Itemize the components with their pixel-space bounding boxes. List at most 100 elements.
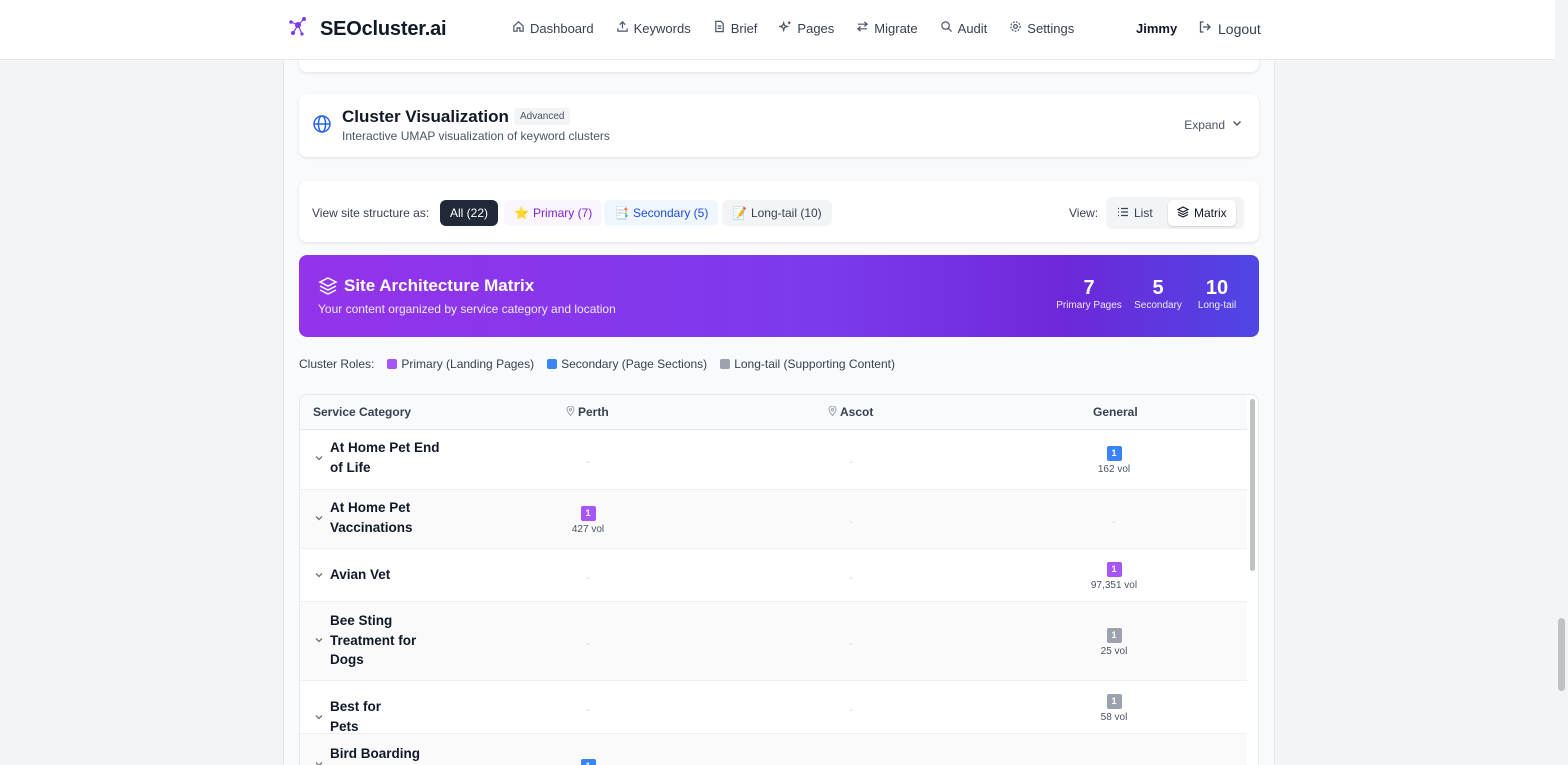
view-list-button[interactable]: List: [1108, 200, 1162, 226]
category-toggle[interactable]: Best for Pets: [314, 697, 410, 736]
empty-cell-dash: -: [586, 703, 590, 716]
view-label: View:: [1069, 206, 1099, 220]
gear-icon: [1009, 20, 1022, 36]
matrix-cell: -: [811, 568, 891, 586]
expand-button[interactable]: Expand: [1184, 117, 1243, 132]
nav-audit[interactable]: Audit: [940, 20, 988, 36]
category-label: Avian Vet: [330, 567, 391, 582]
sparkles-icon: [778, 20, 792, 36]
stat-primary: 7 Primary Pages: [1049, 277, 1129, 311]
empty-cell-dash: -: [849, 760, 853, 765]
nav-migrate[interactable]: Migrate: [856, 20, 918, 36]
nav-label: Keywords: [633, 20, 691, 36]
top-navbar: SEOcluster.ai Dashboard Keywords Brief P…: [0, 0, 1555, 60]
filter-secondary-button[interactable]: 📑 Secondary (5): [604, 200, 719, 226]
logout-button[interactable]: Logout: [1198, 20, 1261, 37]
table-row: Bee Sting Treatment for Dogs - - 1 25 vol: [300, 602, 1247, 681]
layers-icon: [318, 276, 338, 301]
chevron-down-icon[interactable]: [314, 635, 324, 645]
matrix-cell[interactable]: 1: [548, 756, 628, 765]
magnifier-icon: [940, 20, 953, 36]
globe-icon: [312, 114, 332, 139]
nav-dashboard[interactable]: Dashboard: [512, 20, 594, 36]
header-label: Perth: [578, 405, 609, 419]
stat-secondary: 5 Secondary: [1132, 277, 1184, 311]
category-toggle[interactable]: At Home Pet Vaccinations: [314, 498, 414, 537]
card-description: Interactive UMAP visualization of keywor…: [342, 129, 610, 143]
cluster-count-badge[interactable]: 1: [580, 505, 596, 521]
filter-primary-button[interactable]: ⭐ Primary (7): [504, 200, 603, 226]
search-volume: 427 vol: [571, 523, 605, 535]
category-cell[interactable]: At Home Pet End of Life: [300, 430, 456, 489]
category-toggle[interactable]: Avian Vet: [314, 565, 410, 585]
main-content: Cluster Visualization Advanced Interacti…: [283, 40, 1275, 765]
filter-longtail-button[interactable]: 📝 Long-tail (10): [722, 200, 832, 226]
legend-text: Secondary (Page Sections): [561, 357, 708, 371]
map-pin-icon: [828, 405, 837, 419]
legend-swatch: [720, 359, 731, 369]
empty-cell-dash: -: [849, 515, 853, 528]
matrix-cell[interactable]: 1 58 vol: [1074, 691, 1154, 723]
toggle-label: List: [1134, 206, 1153, 220]
nav-keywords[interactable]: Keywords: [616, 20, 691, 36]
chevron-down-icon[interactable]: [314, 513, 324, 523]
filter-all-button[interactable]: All (22): [440, 200, 499, 226]
header-label: Ascot: [840, 405, 874, 419]
search-volume: 25 vol: [1100, 645, 1128, 657]
user-name[interactable]: Jimmy: [1136, 21, 1177, 36]
cluster-count-badge[interactable]: 1: [580, 759, 596, 765]
arrows-icon: [856, 20, 869, 36]
category-cell[interactable]: Avian Vet: [300, 549, 456, 601]
pill-label: Primary (7): [532, 206, 593, 220]
table-row: Avian Vet - - 1 97,351 vol: [300, 549, 1247, 602]
matrix-cell[interactable]: 1 25 vol: [1074, 625, 1154, 657]
matrix-cell[interactable]: 1 427 vol: [548, 503, 628, 535]
category-cell[interactable]: Bee Sting Treatment for Dogs: [300, 602, 456, 680]
view-matrix-button[interactable]: Matrix: [1168, 200, 1236, 226]
banner-description: Your content organized by service catego…: [318, 302, 616, 316]
pill-label: Long-tail (10): [750, 206, 822, 220]
empty-cell-dash: -: [586, 637, 590, 650]
legend-primary: Primary (Landing Pages): [387, 357, 534, 371]
nav-brief[interactable]: Brief: [713, 20, 757, 36]
nav-label: Audit: [957, 20, 988, 36]
nav-settings[interactable]: Settings: [1009, 20, 1074, 36]
page-scrollbar[interactable]: [1558, 618, 1565, 691]
cluster-count-badge[interactable]: 1: [1106, 561, 1122, 577]
category-toggle[interactable]: At Home Pet End of Life: [314, 438, 440, 477]
cluster-count-badge[interactable]: 1: [1106, 693, 1122, 709]
filter-label: View site structure as:: [312, 206, 430, 220]
chevron-down-icon[interactable]: [314, 712, 324, 722]
chevron-down-icon[interactable]: [314, 570, 324, 580]
logo-icon: [288, 16, 308, 43]
memo-icon: 📝: [732, 206, 747, 220]
matrix-cell: -: [811, 512, 891, 530]
legend-swatch: [387, 359, 398, 369]
nav-label: Pages: [797, 20, 835, 36]
category-cell[interactable]: At Home Pet Vaccinations: [300, 490, 456, 548]
category-cell[interactable]: Bird Boarding and: [300, 734, 456, 765]
logout-label: Logout: [1218, 20, 1261, 37]
cluster-count-badge[interactable]: 1: [1106, 446, 1122, 461]
chevron-down-icon[interactable]: [314, 453, 324, 463]
card-title: Cluster Visualization: [342, 107, 509, 126]
empty-cell-dash: -: [849, 456, 853, 468]
category-cell[interactable]: Best for Pets: [300, 681, 456, 736]
table-scrollbar[interactable]: [1250, 399, 1255, 571]
nav-label: Settings: [1027, 20, 1075, 36]
matrix-cell[interactable]: 1 97,351 vol: [1074, 559, 1154, 591]
brand[interactable]: SEOcluster.ai: [288, 16, 447, 43]
map-pin-icon: [566, 405, 575, 419]
legend-text: Primary (Landing Pages): [401, 357, 535, 371]
view-toggle: List Matrix: [1106, 197, 1244, 229]
matrix-cell: -: [548, 452, 628, 470]
category-toggle[interactable]: Bird Boarding and: [314, 744, 445, 765]
chevron-down-icon[interactable]: [314, 759, 324, 765]
search-volume: 58 vol: [1100, 711, 1128, 723]
nav-pages[interactable]: Pages: [778, 20, 835, 36]
architecture-matrix-table: Service Category Perth Ascot General At …: [299, 394, 1259, 765]
cluster-count-badge[interactable]: 1: [1106, 627, 1122, 643]
category-toggle[interactable]: Bee Sting Treatment for Dogs: [314, 611, 418, 670]
matrix-cell[interactable]: 1 162 vol: [1074, 443, 1154, 475]
pill-label: Secondary (5): [632, 206, 709, 220]
